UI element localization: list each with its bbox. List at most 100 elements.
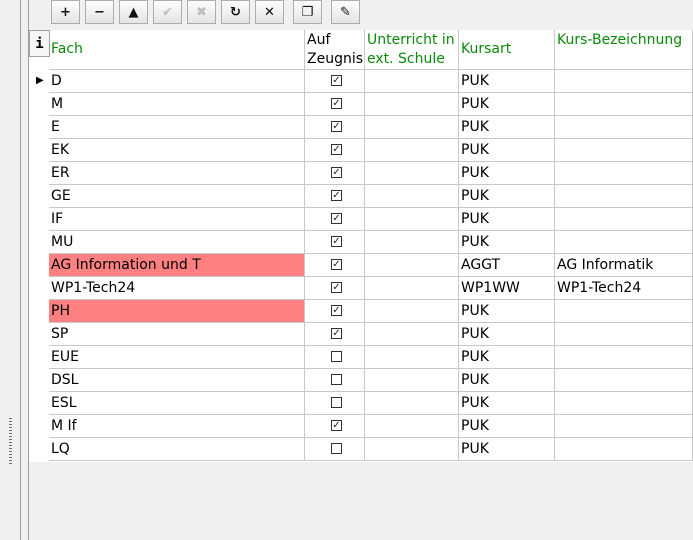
cell-ext-schule[interactable] (365, 70, 459, 93)
table-row[interactable]: DSL PUK (29, 369, 693, 392)
auf-zeugnis-checkbox[interactable]: ✓ (331, 259, 342, 270)
confirm-button[interactable]: ✔ (153, 0, 182, 24)
cell-auf-zeugnis[interactable] (305, 438, 365, 461)
cell-kurs-bezeichnung[interactable]: AG Informatik (555, 254, 693, 277)
cell-ext-schule[interactable] (365, 208, 459, 231)
table-row[interactable]: M If ✓ PUK (29, 415, 693, 438)
cell-auf-zeugnis[interactable]: ✓ (305, 70, 365, 93)
delete-document-button[interactable]: ✕ (255, 0, 284, 24)
auf-zeugnis-checkbox[interactable]: ✓ (331, 167, 342, 178)
cell-fach[interactable]: ER (49, 162, 305, 185)
cell-kurs-bezeichnung[interactable] (555, 70, 693, 93)
cell-fach[interactable]: M (49, 93, 305, 116)
table-row[interactable]: GE ✓ PUK (29, 185, 693, 208)
table-row[interactable]: ER ✓ PUK (29, 162, 693, 185)
cell-kurs-bezeichnung[interactable] (555, 208, 693, 231)
auf-zeugnis-checkbox[interactable]: ✓ (331, 328, 342, 339)
refresh-button[interactable]: ↻ (221, 0, 250, 24)
cell-ext-schule[interactable] (365, 277, 459, 300)
cell-ext-schule[interactable] (365, 139, 459, 162)
cell-kurs-bezeichnung[interactable] (555, 162, 693, 185)
cell-ext-schule[interactable] (365, 438, 459, 461)
cell-fach[interactable]: SP (49, 323, 305, 346)
cell-kursart[interactable]: PUK (459, 70, 555, 93)
info-button[interactable]: i (29, 30, 50, 57)
cell-auf-zeugnis[interactable]: ✓ (305, 162, 365, 185)
cell-fach[interactable]: AG Information und T (49, 254, 305, 277)
cell-kurs-bezeichnung[interactable] (555, 392, 693, 415)
cell-kurs-bezeichnung[interactable] (555, 323, 693, 346)
cell-kurs-bezeichnung[interactable] (555, 438, 693, 461)
cell-kurs-bezeichnung[interactable] (555, 300, 693, 323)
cell-ext-schule[interactable] (365, 392, 459, 415)
cell-kursart[interactable]: PUK (459, 139, 555, 162)
cell-kursart[interactable]: PUK (459, 369, 555, 392)
table-row[interactable]: SP ✓ PUK (29, 323, 693, 346)
auf-zeugnis-checkbox[interactable]: ✓ (331, 213, 342, 224)
cell-fach[interactable]: LQ (49, 438, 305, 461)
cell-ext-schule[interactable] (365, 185, 459, 208)
cell-ext-schule[interactable] (365, 300, 459, 323)
cell-fach[interactable]: EK (49, 139, 305, 162)
column-header-ext-schule[interactable]: Unterricht in ext. Schule (365, 30, 459, 70)
table-row[interactable]: EUE PUK (29, 346, 693, 369)
cancel-button[interactable]: ✖ (187, 0, 216, 24)
cell-fach[interactable]: MU (49, 231, 305, 254)
auf-zeugnis-checkbox[interactable]: ✓ (331, 305, 342, 316)
auf-zeugnis-checkbox[interactable]: ✓ (331, 98, 342, 109)
cell-ext-schule[interactable] (365, 323, 459, 346)
cell-auf-zeugnis[interactable]: ✓ (305, 208, 365, 231)
cell-kursart[interactable]: WP1WW (459, 277, 555, 300)
cell-kursart[interactable]: AGGT (459, 254, 555, 277)
column-header-kurs-bezeichnung[interactable]: Kurs-Bezeichnung (555, 30, 693, 70)
table-row[interactable]: AG Information und T ✓ AGGT AG Informatik (29, 254, 693, 277)
cell-kursart[interactable]: PUK (459, 93, 555, 116)
auf-zeugnis-checkbox[interactable]: ✓ (331, 282, 342, 293)
edit-document-button[interactable]: ✎ (331, 0, 360, 24)
cell-kurs-bezeichnung[interactable] (555, 93, 693, 116)
cell-kurs-bezeichnung[interactable] (555, 415, 693, 438)
table-row[interactable]: E ✓ PUK (29, 116, 693, 139)
cell-ext-schule[interactable] (365, 93, 459, 116)
auf-zeugnis-checkbox[interactable] (331, 443, 342, 454)
cell-fach[interactable]: EUE (49, 346, 305, 369)
copy-document-button[interactable]: ❐ (293, 0, 322, 24)
cell-kurs-bezeichnung[interactable] (555, 116, 693, 139)
cell-fach[interactable]: IF (49, 208, 305, 231)
cell-kurs-bezeichnung[interactable] (555, 139, 693, 162)
cell-kursart[interactable]: PUK (459, 185, 555, 208)
column-header-fach[interactable]: Fach (49, 30, 305, 70)
cell-fach[interactable]: DSL (49, 369, 305, 392)
table-row[interactable]: IF ✓ PUK (29, 208, 693, 231)
cell-ext-schule[interactable] (365, 231, 459, 254)
cell-kursart[interactable]: PUK (459, 231, 555, 254)
cell-kurs-bezeichnung[interactable] (555, 369, 693, 392)
cell-ext-schule[interactable] (365, 162, 459, 185)
cell-auf-zeugnis[interactable]: ✓ (305, 323, 365, 346)
table-row[interactable]: MU ✓ PUK (29, 231, 693, 254)
table-row[interactable]: PH ✓ PUK (29, 300, 693, 323)
cell-kursart[interactable]: PUK (459, 415, 555, 438)
cell-auf-zeugnis[interactable]: ✓ (305, 254, 365, 277)
cell-kurs-bezeichnung[interactable] (555, 185, 693, 208)
auf-zeugnis-checkbox[interactable]: ✓ (331, 190, 342, 201)
cell-ext-schule[interactable] (365, 116, 459, 139)
cell-auf-zeugnis[interactable]: ✓ (305, 415, 365, 438)
table-row[interactable]: M ✓ PUK (29, 93, 693, 116)
cell-fach[interactable]: E (49, 116, 305, 139)
table-row[interactable]: ▶ D ✓ PUK (29, 70, 693, 93)
cell-auf-zeugnis[interactable]: ✓ (305, 185, 365, 208)
auf-zeugnis-checkbox[interactable]: ✓ (331, 75, 342, 86)
cell-auf-zeugnis[interactable]: ✓ (305, 93, 365, 116)
cell-fach[interactable]: M If (49, 415, 305, 438)
auf-zeugnis-checkbox[interactable] (331, 374, 342, 385)
column-header-auf-zeugnis[interactable]: Auf Zeugnis (305, 30, 365, 70)
splitter-grip[interactable] (9, 418, 12, 464)
column-header-kursart[interactable]: Kursart (459, 30, 555, 70)
add-button[interactable]: + (51, 0, 80, 24)
auf-zeugnis-checkbox[interactable]: ✓ (331, 420, 342, 431)
cell-fach[interactable]: PH (49, 300, 305, 323)
cell-kursart[interactable]: PUK (459, 346, 555, 369)
cell-ext-schule[interactable] (365, 415, 459, 438)
cell-kursart[interactable]: PUK (459, 208, 555, 231)
